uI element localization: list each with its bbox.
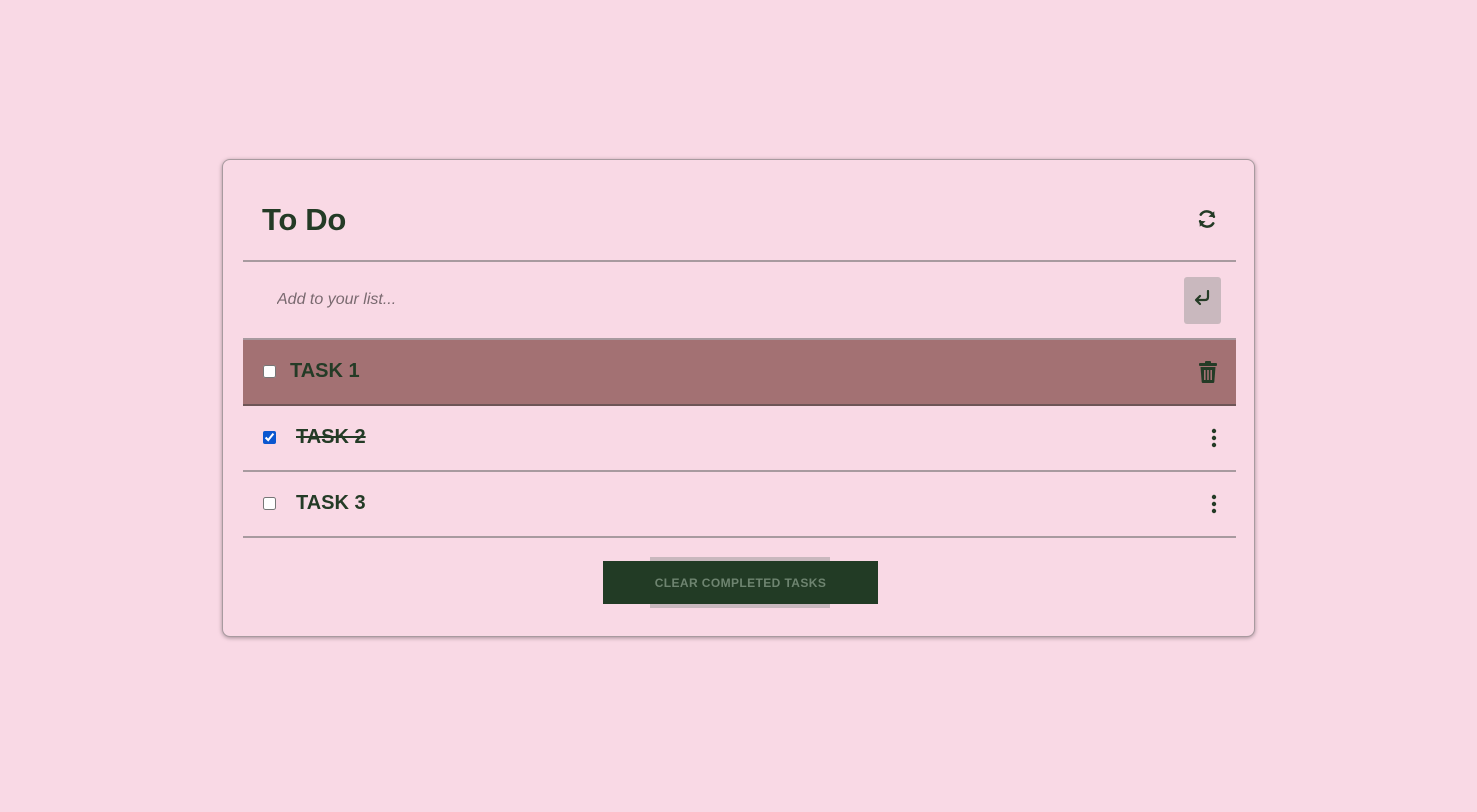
task-checkbox[interactable]: [263, 497, 276, 510]
task-label: TASK 2: [296, 426, 366, 448]
more-vertical-icon[interactable]: [1208, 494, 1220, 514]
add-task-button[interactable]: [1184, 277, 1221, 324]
card-header: To Do: [243, 160, 1236, 262]
add-task-input[interactable]: [263, 280, 1191, 320]
task-row[interactable]: TASK 1: [243, 340, 1236, 406]
page-title: To Do: [262, 202, 347, 237]
task-label: TASK 1: [290, 360, 360, 382]
task-label: TASK 3: [296, 492, 366, 514]
todo-card: To Do TASK 1: [222, 159, 1255, 637]
enter-icon: [1193, 289, 1213, 311]
task-row[interactable]: TASK 3: [243, 472, 1236, 538]
clear-completed-wrapper: CLEAR COMPLETED TASKS: [603, 557, 878, 608]
task-row[interactable]: TASK 2: [243, 406, 1236, 472]
more-vertical-icon[interactable]: [1208, 428, 1220, 448]
trash-icon[interactable]: [1199, 361, 1217, 383]
refresh-icon[interactable]: [1196, 208, 1218, 230]
task-checkbox[interactable]: [263, 431, 276, 444]
task-checkbox[interactable]: [263, 365, 276, 378]
add-task-row: [243, 262, 1236, 340]
clear-completed-button[interactable]: CLEAR COMPLETED TASKS: [603, 561, 878, 604]
